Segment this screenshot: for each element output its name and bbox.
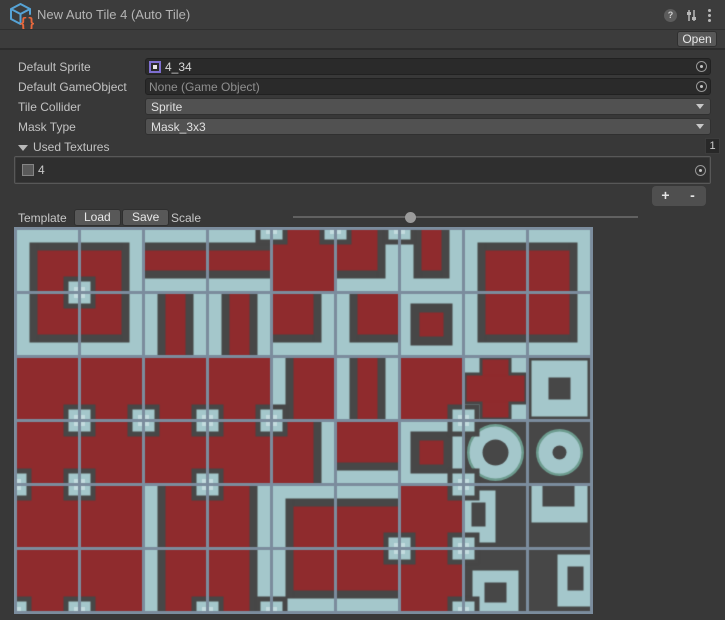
tile-collider-label: Tile Collider: [18, 98, 81, 116]
inspector-header: {} New Auto Tile 4 (Auto Tile) ?: [0, 0, 725, 30]
remove-button[interactable]: -: [679, 186, 706, 206]
template-label: Template: [18, 209, 67, 227]
array-size-field[interactable]: 1: [705, 138, 720, 154]
mask-type-label: Mask Type: [18, 118, 76, 136]
object-picker-icon[interactable]: [696, 61, 707, 72]
presets-icon[interactable]: [685, 9, 698, 22]
texture-thumbnail-icon: [22, 164, 34, 176]
list-footer: + -: [652, 186, 706, 206]
kebab-menu-icon[interactable]: [706, 9, 713, 22]
tile-collider-value: Sprite: [151, 100, 182, 114]
scale-slider[interactable]: [293, 210, 638, 224]
help-icon[interactable]: ?: [664, 9, 677, 22]
chevron-down-icon: [696, 124, 704, 129]
default-gameobject-field[interactable]: None (Game Object): [145, 78, 711, 95]
save-button[interactable]: Save: [122, 209, 169, 226]
mask-type-value: Mask_3x3: [151, 120, 206, 134]
texture-preview[interactable]: [14, 227, 593, 614]
chevron-down-icon: [696, 104, 704, 109]
texture-name: 4: [38, 163, 45, 177]
load-button[interactable]: Load: [74, 209, 121, 226]
scale-slider-track[interactable]: [293, 216, 638, 218]
open-button[interactable]: Open: [677, 31, 717, 47]
default-sprite-field[interactable]: 4_34: [145, 58, 711, 75]
object-picker-icon[interactable]: [696, 81, 707, 92]
add-button[interactable]: +: [652, 186, 679, 206]
svg-text:{}: {}: [19, 16, 34, 29]
tile-collider-dropdown[interactable]: Sprite: [145, 98, 711, 115]
sprite-icon: [149, 61, 161, 73]
header-subbar: [0, 30, 725, 48]
asset-title: New Auto Tile 4 (Auto Tile): [37, 0, 190, 30]
object-picker-icon[interactable]: [695, 165, 706, 176]
used-textures-label[interactable]: Used Textures: [33, 138, 109, 156]
used-textures-list: 4: [14, 156, 711, 184]
default-gameobject-value: None (Game Object): [149, 80, 260, 94]
foldout-triangle-icon[interactable]: [18, 145, 28, 151]
scale-slider-knob[interactable]: [405, 212, 416, 223]
inspector-window: { "header": { "title": "New Auto Tile 4 …: [0, 0, 725, 620]
default-sprite-value: 4_34: [165, 60, 192, 74]
scale-label: Scale: [171, 209, 201, 227]
scriptable-object-icon: {}: [7, 2, 34, 29]
list-item[interactable]: 4: [16, 158, 709, 182]
default-sprite-label: Default Sprite: [18, 58, 91, 76]
default-gameobject-label: Default GameObject: [18, 78, 127, 96]
mask-type-dropdown[interactable]: Mask_3x3: [145, 118, 711, 135]
header-separator: [0, 48, 725, 50]
